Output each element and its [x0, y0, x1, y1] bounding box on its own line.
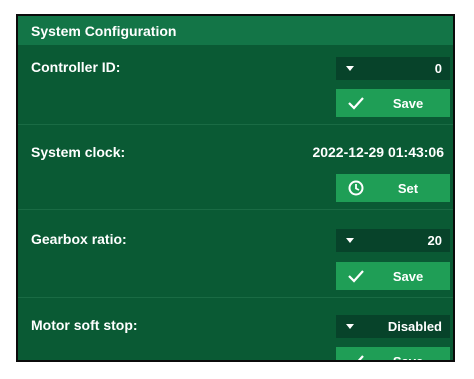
gearbox-ratio-label: Gearbox ratio: — [31, 231, 127, 247]
system-configuration-panel: System Configuration Controller ID: 0 Sa… — [16, 14, 455, 362]
gearbox-ratio-value: 20 — [427, 233, 442, 248]
chevron-down-icon — [346, 238, 354, 243]
motor-soft-stop-save-button[interactable]: Save — [336, 347, 450, 362]
divider — [18, 209, 453, 210]
motor-soft-stop-label: Motor soft stop: — [31, 317, 138, 333]
motor-soft-stop-save-label: Save — [392, 353, 424, 362]
controller-id-value: 0 — [434, 61, 442, 76]
system-clock-label: System clock: — [31, 144, 126, 160]
chevron-down-icon — [346, 66, 354, 71]
system-clock-value: 2022-12-29 01:43:06 — [312, 144, 444, 160]
gearbox-ratio-save-label: Save — [392, 268, 424, 284]
clock-icon — [336, 180, 376, 196]
controller-id-save-button[interactable]: Save — [336, 89, 450, 117]
gearbox-ratio-save-button[interactable]: Save — [336, 262, 450, 290]
panel-header: System Configuration — [18, 16, 453, 45]
panel-title: System Configuration — [31, 22, 177, 39]
system-clock-set-label: Set — [397, 180, 419, 196]
check-icon — [336, 269, 376, 283]
system-clock-set-button[interactable]: Set — [336, 174, 450, 202]
motor-soft-stop-value: Disabled — [387, 319, 442, 334]
check-icon — [336, 96, 376, 110]
motor-soft-stop-select[interactable]: Disabled — [336, 315, 450, 338]
controller-id-save-label: Save — [392, 95, 424, 111]
divider — [18, 124, 453, 125]
divider — [18, 297, 453, 298]
gearbox-ratio-select[interactable]: 20 — [336, 229, 450, 252]
chevron-down-icon — [346, 324, 354, 329]
controller-id-select[interactable]: 0 — [336, 57, 450, 80]
check-icon — [336, 354, 376, 360]
controller-id-label: Controller ID: — [31, 59, 121, 75]
